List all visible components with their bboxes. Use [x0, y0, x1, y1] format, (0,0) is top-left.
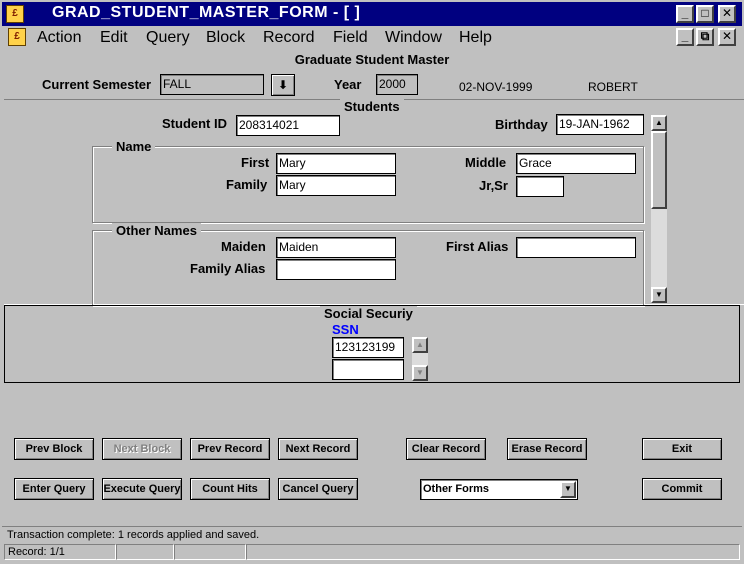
first-name-label: First: [241, 155, 270, 170]
first-alias-field[interactable]: [516, 237, 636, 258]
cancel-query-button[interactable]: Cancel Query: [278, 478, 358, 500]
mdi-minimize-icon[interactable]: _: [676, 28, 694, 46]
form-title: Graduate Student Master: [294, 52, 450, 67]
other-names-title: Other Names: [112, 223, 201, 238]
family-alias-field[interactable]: [276, 259, 396, 280]
birthday-field[interactable]: 19-JAN-1962: [556, 114, 644, 135]
scroll-up-icon[interactable]: ▲: [651, 115, 667, 131]
maximize-icon[interactable]: □: [696, 5, 714, 23]
first-name-field[interactable]: Mary: [276, 153, 396, 174]
menu-block[interactable]: Block: [206, 29, 245, 47]
clear-record-button[interactable]: Clear Record: [406, 438, 486, 460]
next-block-button[interactable]: Next Block: [102, 438, 182, 460]
document-icon[interactable]: £: [8, 28, 26, 46]
social-title: Social Securiy: [320, 306, 417, 321]
students-title: Students: [340, 99, 404, 114]
menu-field[interactable]: Field: [333, 29, 368, 47]
scroll-thumb[interactable]: [651, 131, 667, 209]
ssn-field-2[interactable]: [332, 359, 404, 380]
other-forms-select[interactable]: Other Forms: [420, 479, 578, 500]
menu-query[interactable]: Query: [146, 29, 190, 47]
menu-window[interactable]: Window: [385, 29, 442, 47]
status-message: Transaction complete: 1 records applied …: [7, 529, 260, 541]
ssn-field-1[interactable]: 123123199: [332, 337, 404, 358]
name-group-title: Name: [112, 139, 156, 154]
student-id-field[interactable]: 208314021: [236, 115, 340, 136]
ssn-scroll-up-icon[interactable]: ▲: [412, 337, 428, 353]
status-cell-3: [174, 544, 246, 560]
scroll-down-icon[interactable]: ▼: [651, 287, 667, 303]
family-name-field[interactable]: Mary: [276, 175, 396, 196]
count-hits-button[interactable]: Count Hits: [190, 478, 270, 500]
menu-help[interactable]: Help: [459, 29, 492, 47]
current-date: 02-NOV-1999: [459, 80, 533, 94]
mdi-restore-icon[interactable]: ⧉: [696, 28, 714, 46]
status-divider: [2, 526, 742, 527]
enter-query-button[interactable]: Enter Query: [14, 478, 94, 500]
middle-name-label: Middle: [465, 155, 507, 170]
status-cell-2: [116, 544, 174, 560]
maiden-field[interactable]: Maiden: [276, 237, 396, 258]
minimize-icon[interactable]: _: [676, 5, 694, 23]
prev-block-button[interactable]: Prev Block: [14, 438, 94, 460]
middle-name-field[interactable]: Grace: [516, 153, 636, 174]
window-title: GRAD_STUDENT_MASTER_FORM - [ ]: [52, 4, 361, 21]
birthday-label: Birthday: [495, 117, 548, 132]
suffix-field[interactable]: [516, 176, 564, 197]
menu-record[interactable]: Record: [263, 29, 315, 47]
other-forms-value: Other Forms: [423, 483, 490, 495]
record-indicator: Record: 1/1: [4, 544, 116, 560]
commit-button[interactable]: Commit: [642, 478, 722, 500]
exit-button[interactable]: Exit: [642, 438, 722, 460]
menu-bar: £ Action Edit Query Block Record Field W…: [2, 26, 742, 48]
close-icon[interactable]: ✕: [718, 5, 736, 23]
suffix-label: Jr,Sr: [479, 178, 508, 193]
erase-record-button[interactable]: Erase Record: [507, 438, 587, 460]
status-cell-4: [246, 544, 740, 560]
student-id-label: Student ID: [162, 116, 227, 131]
title-bar[interactable]: £ GRAD_STUDENT_MASTER_FORM - [ ] _ □ ✕: [2, 2, 742, 26]
ssn-scroll-down-icon[interactable]: ▼: [412, 365, 428, 381]
semester-field[interactable]: FALL: [160, 74, 264, 95]
mdi-close-icon[interactable]: ✕: [718, 28, 736, 46]
year-field[interactable]: 2000: [376, 74, 418, 95]
semester-list-button[interactable]: ⬇: [271, 74, 295, 96]
app-icon[interactable]: £: [6, 5, 24, 23]
menu-edit[interactable]: Edit: [100, 29, 128, 47]
execute-query-button[interactable]: Execute Query: [102, 478, 182, 500]
dropdown-arrow-icon[interactable]: ▼: [560, 481, 576, 498]
next-record-button[interactable]: Next Record: [278, 438, 358, 460]
year-label: Year: [334, 77, 362, 92]
first-alias-label: First Alias: [446, 239, 509, 254]
maiden-label: Maiden: [221, 239, 266, 254]
ssn-label: SSN: [332, 322, 359, 337]
prev-record-button[interactable]: Prev Record: [190, 438, 270, 460]
family-name-label: Family: [226, 177, 268, 192]
menu-action[interactable]: Action: [37, 29, 81, 47]
semester-label: Current Semester: [42, 77, 152, 92]
family-alias-label: Family Alias: [190, 261, 266, 276]
current-user: ROBERT: [588, 80, 638, 94]
